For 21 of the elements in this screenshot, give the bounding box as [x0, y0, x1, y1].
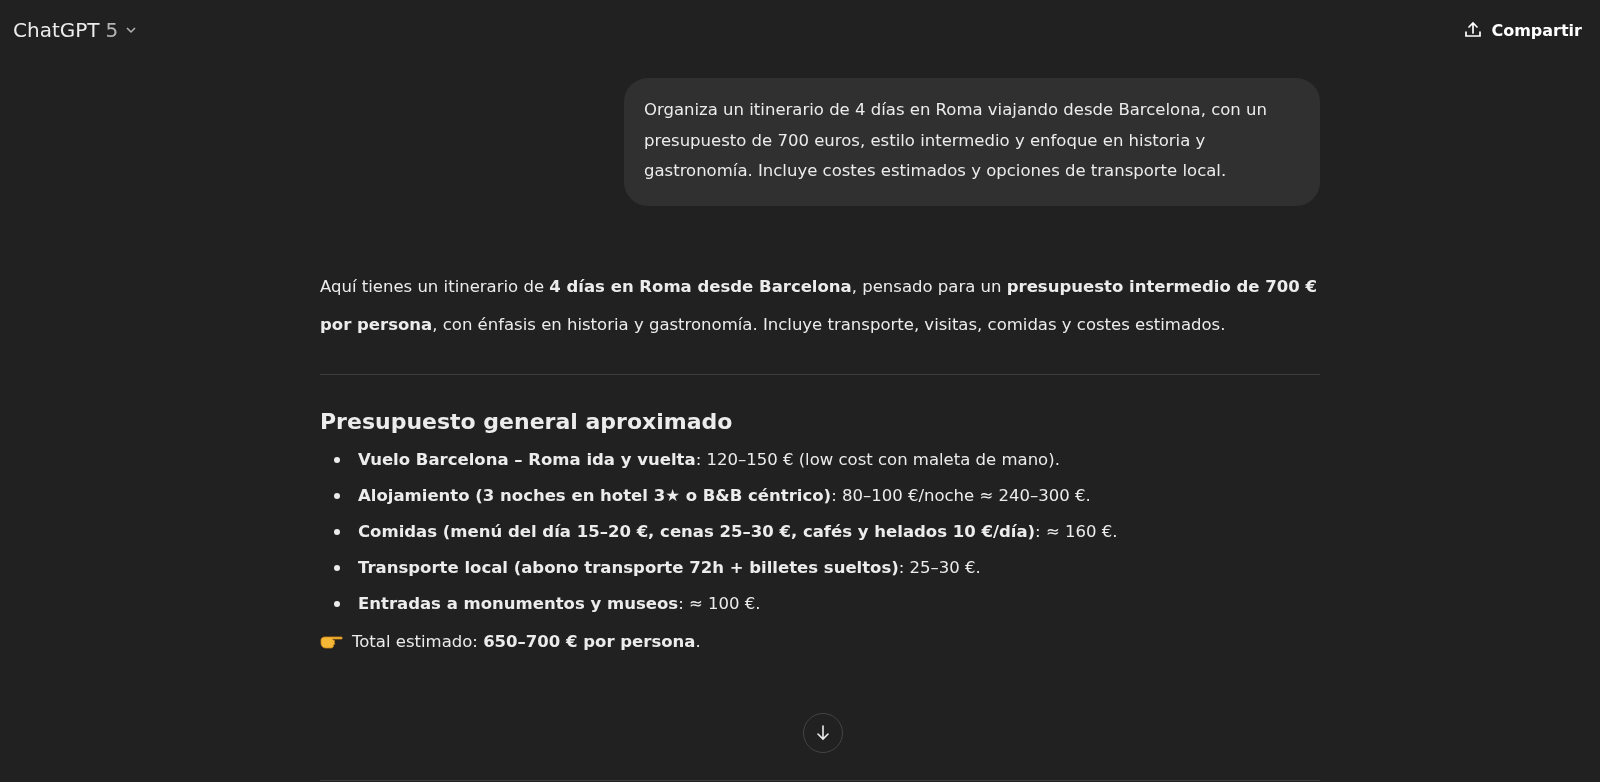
arrow-down-icon — [814, 724, 832, 742]
model-name: ChatGPT — [13, 18, 100, 42]
upload-icon — [1463, 20, 1484, 40]
section-heading: Presupuesto general aproximado — [320, 408, 734, 434]
list-item: Vuelo Barcelona – Roma ida y vuelta: 120–150 € (low cost con maleta de mano). — [358, 448, 1060, 471]
user-message: Organiza un itinerario de 4 días en Roma viajando desde Barcelona, con un presupuesto de 700 euros, estilo intermedio y enfoque en historia y gastronomía. Incluye costes estimados y opciones de transporte local. — [624, 78, 1320, 206]
bullet-icon — [334, 564, 340, 571]
scroll-down-button[interactable] — [803, 713, 843, 753]
bullet-icon — [334, 492, 340, 499]
list-item: Entradas a monumentos y museos: ≈ 100 €. — [358, 592, 761, 615]
assistant-paragraph: Aquí tienes un itinerario de 4 días en Roma desde Barcelona, pensado para un presupuesto intermedio de 700 € por persona, con énfasis en historia y gastronomía. Incluye transporte, visitas, comidas y costes estimados. — [320, 275, 1318, 336]
list-item: Comidas (menú del día 15–20 €, cenas 25–30 €, cafés y helados 10 €/día): ≈ 160 €. — [358, 520, 1118, 543]
total-estimate: Total estimado: 650–700 € por persona. — [352, 632, 701, 652]
share-button[interactable]: Compartir — [1459, 16, 1586, 44]
bullet-icon — [334, 528, 340, 535]
bullet-icon — [334, 456, 340, 463]
list-item: Alojamiento (3 noches en hotel 3★ o B&B céntrico): 80–100 €/noche ≈ 240–300 €. — [358, 484, 1091, 507]
bullet-icon — [334, 600, 340, 607]
list-item: Transporte local (abono transporte 72h + billetes sueltos): 25–30 €. — [358, 556, 981, 579]
model-version: 5 — [105, 18, 119, 42]
model-selector[interactable]: ChatGPT 5 — [13, 18, 139, 42]
